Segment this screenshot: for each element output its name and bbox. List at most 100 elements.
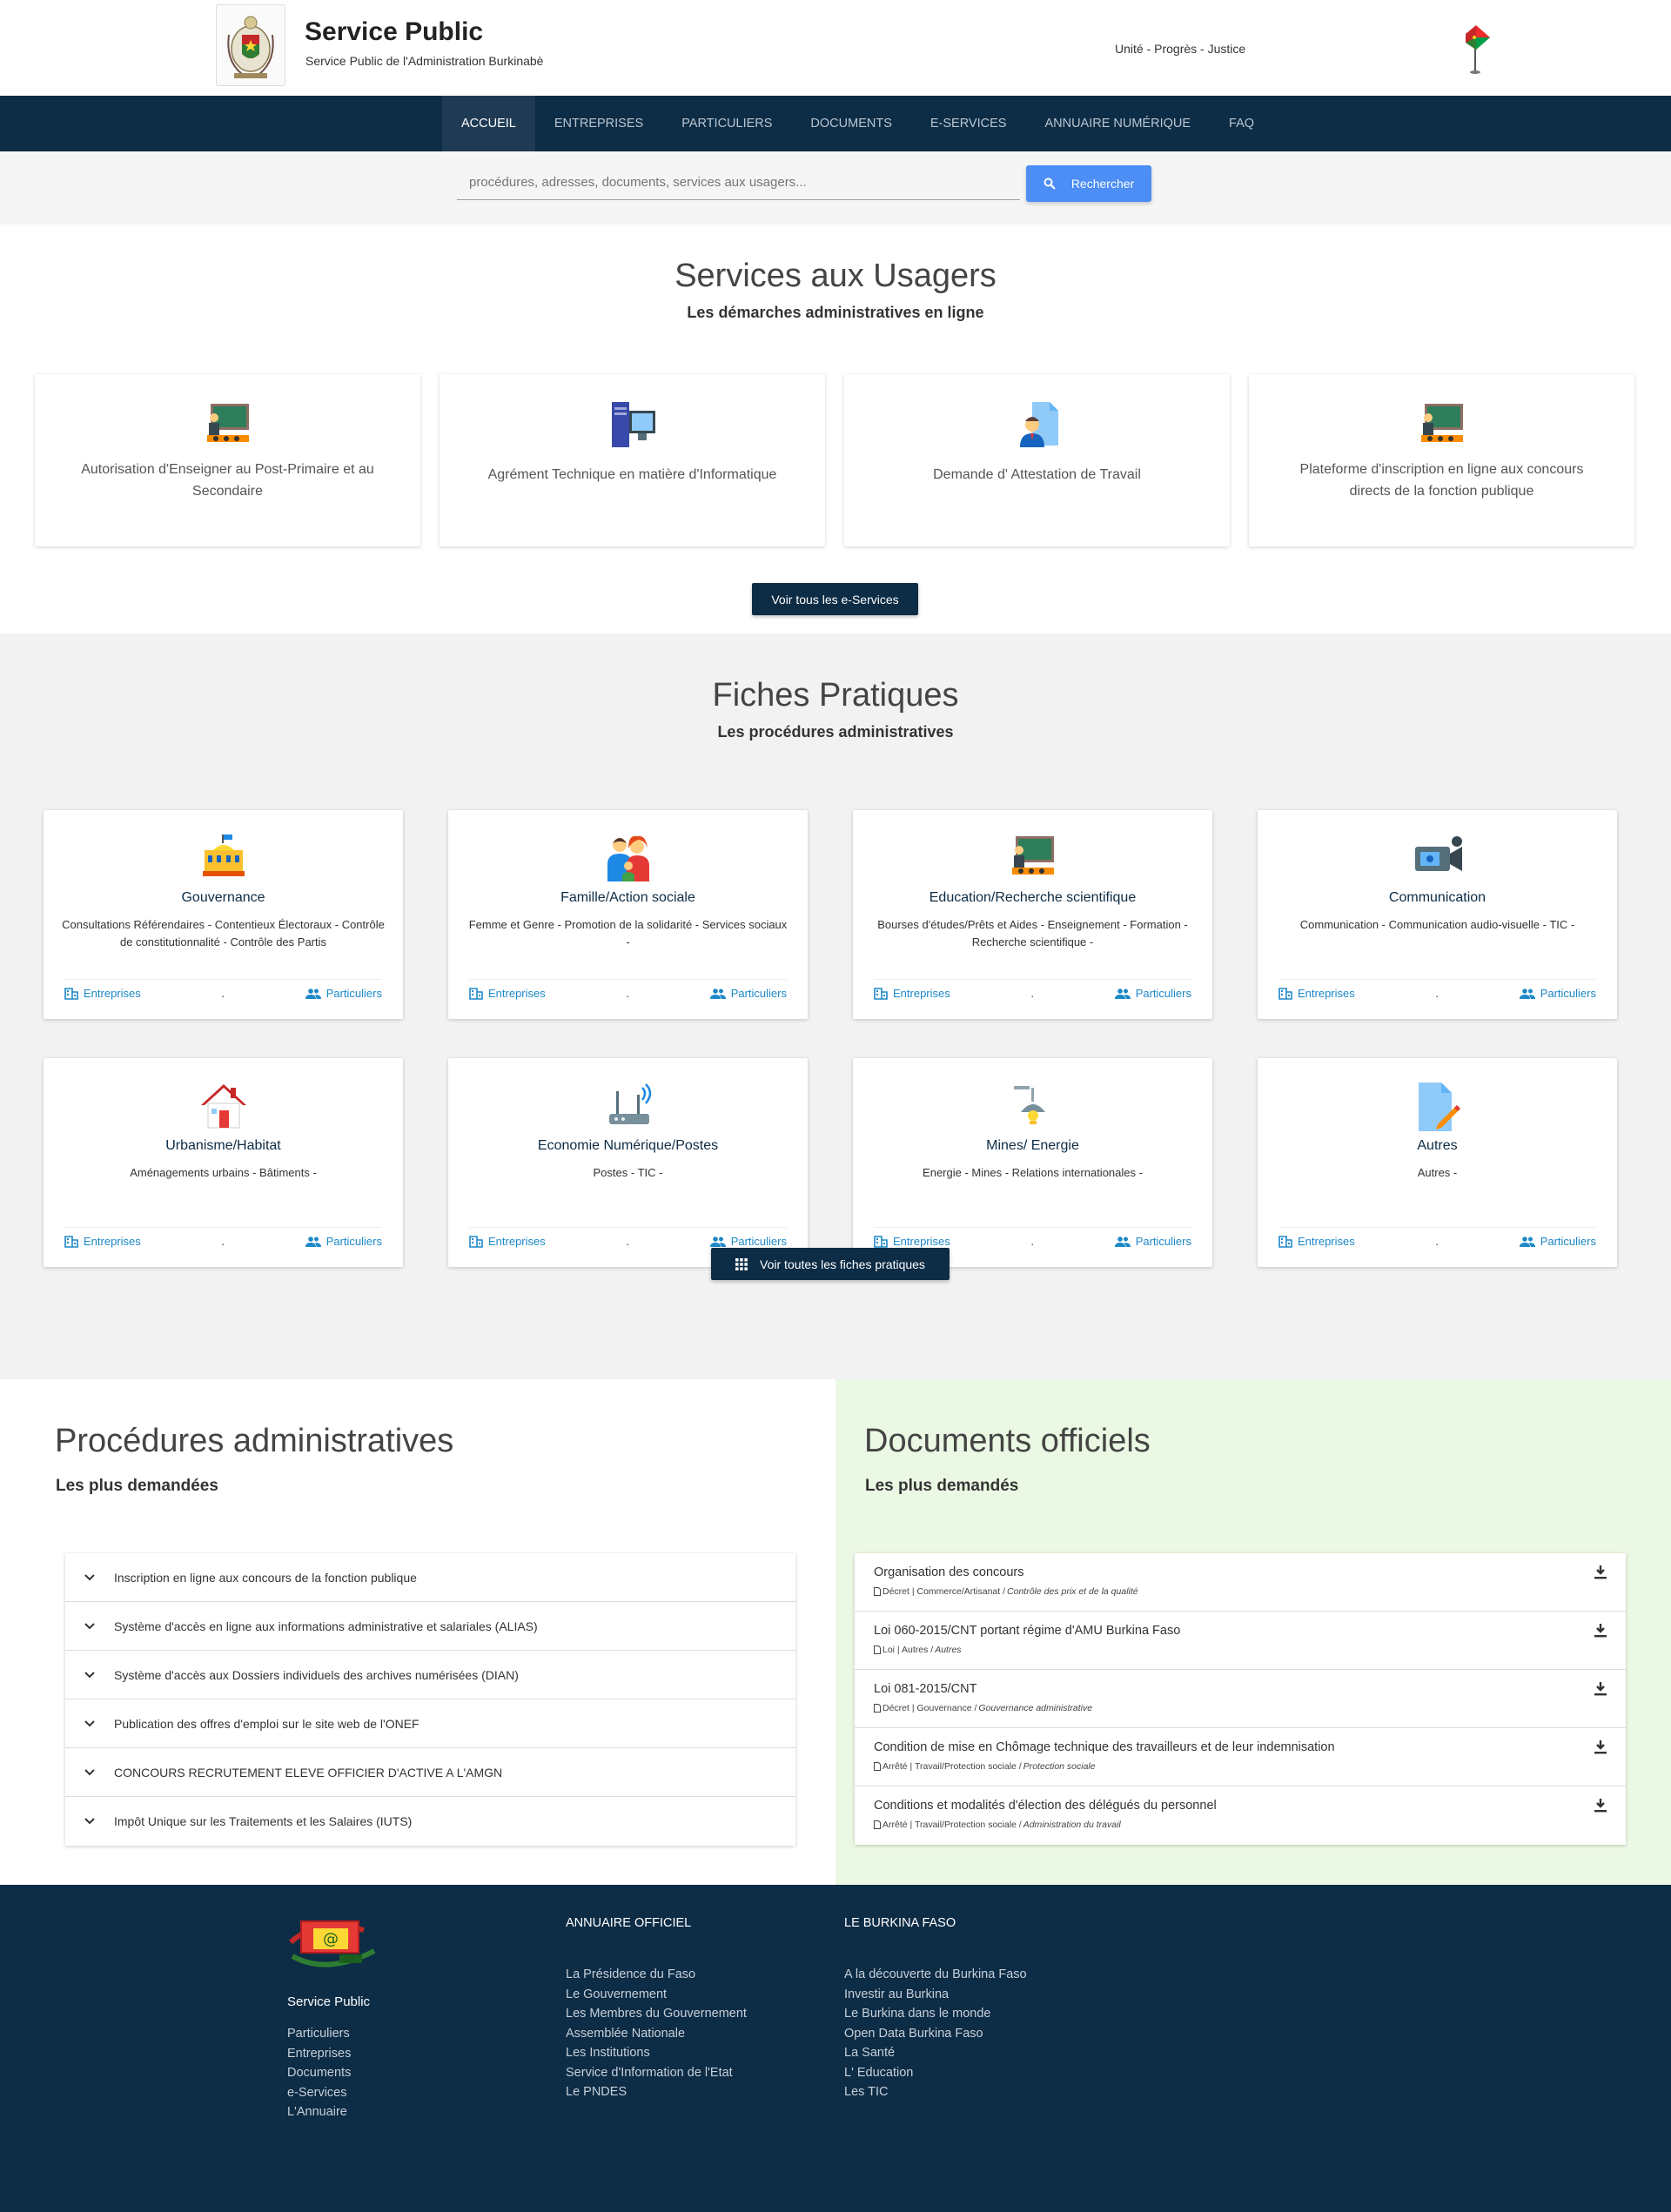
burkina-flag-icon: [1462, 22, 1492, 74]
document-meta: Décret | Gouvernance / Gouvernance admin…: [874, 1703, 1626, 1713]
nav-particuliers[interactable]: PARTICULIERS: [662, 96, 791, 151]
file-icon: [874, 1820, 881, 1829]
procedure-item[interactable]: Publication des offres d'emploi sur le s…: [65, 1699, 795, 1748]
search-button[interactable]: Rechercher: [1026, 165, 1151, 202]
footer-link[interactable]: Le Burkina dans le monde: [844, 2004, 1027, 2024]
service-card[interactable]: Demande d' Attestation de Travail: [844, 374, 1230, 546]
site-title[interactable]: Service Public: [305, 17, 483, 47]
procedure-item[interactable]: Impôt Unique sur les Traitements et les …: [65, 1797, 795, 1846]
particuliers-link[interactable]: Particuliers: [1114, 1235, 1191, 1248]
building-icon: [64, 987, 78, 1000]
footer-link[interactable]: Particuliers: [287, 2024, 351, 2044]
fiche-card[interactable]: Mines/ Energie Energie - Mines - Relatio…: [853, 1058, 1212, 1267]
footer-burkina-column: LE BURKINA FASO A la découverte du Burki…: [844, 1916, 1027, 2102]
people-icon: [1114, 988, 1131, 999]
footer-link[interactable]: Le PNDES: [566, 2082, 747, 2102]
services-section: Services aux Usagers Les démarches admin…: [0, 225, 1671, 633]
particuliers-link[interactable]: Particuliers: [1519, 987, 1596, 1000]
download-icon[interactable]: [1594, 1624, 1607, 1638]
nav-accueil[interactable]: ACCUEIL: [442, 96, 535, 151]
footer-link[interactable]: Assemblée Nationale: [566, 2024, 747, 2044]
service-card-label: Demande d' Attestation de Travail: [933, 467, 1141, 482]
entreprises-link[interactable]: Entreprises: [64, 1235, 141, 1248]
fiche-card[interactable]: Autres Autres - Entreprises . Particulie…: [1258, 1058, 1617, 1267]
documents-panel: Documents officiels Les plus demandés Or…: [836, 1379, 1671, 1885]
footer-link[interactable]: Open Data Burkina Faso: [844, 2024, 1027, 2044]
footer-link[interactable]: Service d'Information de l'Etat: [566, 2063, 747, 2083]
service-card[interactable]: Plateforme d'inscription en ligne aux co…: [1249, 374, 1634, 546]
nav-documents[interactable]: DOCUMENTS: [791, 96, 910, 151]
entreprises-link[interactable]: Entreprises: [469, 987, 546, 1000]
footer-link[interactable]: Les Membres du Gouvernement: [566, 2004, 747, 2024]
service-public-logo[interactable]: @: [287, 1916, 378, 1976]
particuliers-link[interactable]: Particuliers: [305, 1235, 382, 1248]
chevron-down-icon: [84, 1573, 95, 1580]
download-icon[interactable]: [1594, 1565, 1607, 1579]
entreprises-link[interactable]: Entreprises: [874, 987, 950, 1000]
fiche-card[interactable]: Economie Numérique/Postes Postes - TIC -…: [448, 1058, 808, 1267]
document-item[interactable]: Conditions et modalités d'élection des d…: [855, 1786, 1626, 1845]
fiche-card[interactable]: Communication Communication - Communicat…: [1258, 810, 1617, 1019]
footer-link[interactable]: Les TIC: [844, 2082, 1027, 2102]
nav-e-services[interactable]: E-SERVICES: [911, 96, 1026, 151]
search-input[interactable]: [457, 165, 1020, 200]
download-icon[interactable]: [1594, 1740, 1607, 1754]
coat-of-arms-logo[interactable]: [216, 4, 285, 86]
fiche-card[interactable]: Urbanisme/Habitat Aménagements urbains -…: [44, 1058, 403, 1267]
file-icon: [874, 1704, 881, 1713]
particuliers-link[interactable]: Particuliers: [709, 987, 787, 1000]
footer-link[interactable]: Documents: [287, 2063, 351, 2083]
view-all-fiches-button[interactable]: Voir toutes les fiches pratiques: [711, 1248, 950, 1280]
procedure-item[interactable]: Système d'accès en ligne aux information…: [65, 1602, 795, 1651]
footer-link[interactable]: Entreprises: [287, 2044, 351, 2064]
particuliers-link[interactable]: Particuliers: [709, 1235, 787, 1248]
footer-link[interactable]: La Présidence du Faso: [566, 1965, 747, 1985]
entreprises-link[interactable]: Entreprises: [874, 1235, 950, 1248]
document-item[interactable]: Loi 081-2015/CNT Décret | Gouvernance / …: [855, 1670, 1626, 1728]
particuliers-link[interactable]: Particuliers: [1519, 1235, 1596, 1248]
procedure-item[interactable]: Inscription en ligne aux concours de la …: [65, 1553, 795, 1602]
footer-link[interactable]: Les Institutions: [566, 2043, 747, 2063]
nav-faq[interactable]: FAQ: [1210, 96, 1273, 151]
footer-link[interactable]: L'Annuaire: [287, 2102, 351, 2122]
people-icon: [1519, 988, 1535, 999]
building-icon: [64, 1235, 78, 1248]
footer-link[interactable]: La Santé: [844, 2043, 1027, 2063]
procedures-title: Procédures administratives: [55, 1423, 454, 1459]
entreprises-link[interactable]: Entreprises: [1278, 1235, 1355, 1248]
service-card[interactable]: Autorisation d'Enseigner au Post-Primair…: [35, 374, 420, 546]
service-card[interactable]: Agrément Technique en matière d'Informat…: [440, 374, 825, 546]
particuliers-link[interactable]: Particuliers: [305, 987, 382, 1000]
building-icon: [1278, 987, 1292, 1000]
view-all-e-services-button[interactable]: Voir tous les e-Services: [752, 583, 918, 615]
fiche-title: Urbanisme/Habitat: [165, 1138, 281, 1153]
entreprises-link[interactable]: Entreprises: [469, 1235, 546, 1248]
entreprises-link[interactable]: Entreprises: [64, 987, 141, 1000]
footer-link[interactable]: Investir au Burkina: [844, 1985, 1027, 2005]
fiche-card[interactable]: Education/Recherche scientifique Bourses…: [853, 810, 1212, 1019]
procedure-item[interactable]: CONCOURS RECRUTEMENT ELEVE OFFICIER D'AC…: [65, 1748, 795, 1797]
procedure-item[interactable]: Système d'accès aux Dossiers individuels…: [65, 1651, 795, 1699]
download-icon[interactable]: [1594, 1799, 1607, 1813]
document-item[interactable]: Organisation des concours Décret | Comme…: [855, 1553, 1626, 1612]
download-icon[interactable]: [1594, 1682, 1607, 1696]
nav-entreprises[interactable]: ENTREPRISES: [535, 96, 662, 151]
footer-link[interactable]: A la découverte du Burkina Faso: [844, 1965, 1027, 1985]
lamp-icon: [1009, 1081, 1057, 1129]
fiche-title: Economie Numérique/Postes: [537, 1138, 719, 1153]
footer-link[interactable]: e-Services: [287, 2083, 351, 2103]
fiche-title: Communication: [1388, 890, 1486, 905]
document-item[interactable]: Condition de mise en Chômage technique d…: [855, 1728, 1626, 1786]
footer-link[interactable]: Le Gouvernement: [566, 1985, 747, 2005]
document-item[interactable]: Loi 060-2015/CNT portant régime d'AMU Bu…: [855, 1612, 1626, 1670]
fiche-card[interactable]: Gouvernance Consultations Référendaires …: [44, 810, 403, 1019]
fiche-description: Autres -: [1417, 1166, 1458, 1179]
nav-annuaire-numerique[interactable]: ANNUAIRE NUMÉRIQUE: [1025, 96, 1210, 151]
entreprises-link[interactable]: Entreprises: [1278, 987, 1355, 1000]
particuliers-link[interactable]: Particuliers: [1114, 987, 1191, 1000]
service-card-label: Agrément Technique en matière d'Informat…: [487, 467, 777, 482]
building-icon: [469, 987, 483, 1000]
footer-link[interactable]: L' Education: [844, 2063, 1027, 2083]
main-navigation: ACCUEIL ENTREPRISES PARTICULIERS DOCUMEN…: [0, 96, 1671, 151]
fiche-card[interactable]: Famille/Action sociale Femme et Genre - …: [448, 810, 808, 1019]
